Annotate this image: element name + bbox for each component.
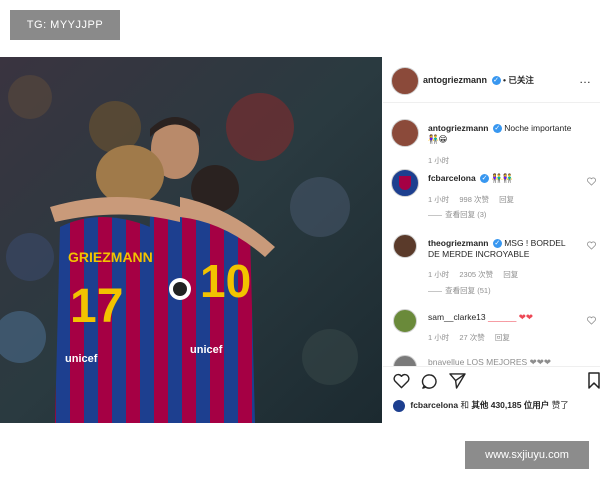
author-avatar[interactable]	[391, 67, 419, 95]
view-replies-label[interactable]: 查看回复 (51)	[445, 286, 490, 295]
more-dots-icon[interactable]: …	[579, 72, 592, 86]
comment-username[interactable]: fcbarcelona	[428, 173, 476, 183]
caption-meta: 1 小时	[428, 155, 457, 166]
likes-summary: fcbarcelona 和 其他 430,185 位用户 赞了	[393, 399, 569, 412]
comment-likes[interactable]: 2305 次赞	[459, 270, 493, 279]
caption-text: Noche importante	[504, 123, 572, 133]
comment-username[interactable]: sam__clarke13	[428, 312, 486, 322]
verified-badge-icon: ✓	[491, 76, 501, 86]
caption-username[interactable]: antogriezmann	[428, 123, 488, 133]
view-replies[interactable]: —— 查看回复 (3)	[428, 209, 486, 220]
reply-button[interactable]: 回复	[499, 195, 514, 204]
reply-button[interactable]: 回复	[503, 270, 518, 279]
comment-text: ______ ❤❤	[488, 312, 533, 322]
svg-text:17: 17	[70, 280, 123, 333]
comment-avatar-fcbarcelona[interactable]	[391, 169, 419, 197]
comment-time: 1 小时	[428, 270, 450, 279]
tag-label: TG: MYYJJPP	[10, 10, 120, 40]
author-username[interactable]: antogriezmann	[423, 75, 487, 85]
svg-text:unicef: unicef	[65, 353, 98, 365]
send-icon[interactable]	[449, 373, 466, 389]
caption-emoji: 👫😁	[428, 134, 448, 144]
comment-time: 1 小时	[428, 195, 450, 204]
view-replies-label[interactable]: 查看回复 (3)	[445, 210, 486, 219]
comment-like-heart-icon[interactable]	[587, 177, 596, 186]
comment: fcbarcelona ✓ 👫👫	[428, 173, 578, 184]
comment-like-heart-icon[interactable]	[587, 241, 596, 250]
verified-badge-icon: ✓	[492, 124, 502, 134]
post-header: antogriezmann ✓ • 已关注 …	[383, 57, 600, 103]
liker-username[interactable]: fcbarcelona	[410, 400, 458, 410]
post-actions-bar	[383, 366, 600, 391]
post-details-panel: antogriezmann ✓ • 已关注 … antogriezmann ✓ …	[383, 57, 600, 423]
site-watermark: www.sxjiuyu.com	[465, 441, 589, 469]
svg-text:GRIEZMANN: GRIEZMANN	[68, 249, 153, 265]
bookmark-icon[interactable]	[588, 372, 600, 389]
comment-likes[interactable]: 27 次赞	[459, 333, 484, 342]
comment-avatar-theogriezmann[interactable]	[393, 234, 417, 258]
comment-likes[interactable]: 998 次赞	[459, 195, 489, 204]
comment-like-heart-icon[interactable]	[587, 316, 596, 325]
comment-meta: 1 小时 27 次赞 回复	[428, 332, 518, 343]
comment-icon[interactable]	[421, 373, 438, 390]
comment-text: 👫👫	[491, 173, 513, 183]
svg-text:10: 10	[200, 255, 251, 307]
comment-time: 1 小时	[428, 333, 450, 342]
comment: theogriezmann ✓ MSG ! BORDEL DE MERDE IN…	[428, 238, 578, 260]
comment-meta: 1 小时 2305 次赞 回复	[428, 269, 526, 280]
svg-text:unicef: unicef	[190, 344, 223, 356]
caption-time: 1 小时	[428, 156, 450, 165]
reply-button[interactable]: 回复	[495, 333, 510, 342]
liker-avatar[interactable]	[393, 399, 405, 412]
comment-username[interactable]: theogriezmann	[428, 238, 488, 248]
verified-badge-icon: ✓	[492, 239, 502, 249]
view-replies[interactable]: —— 查看回复 (51)	[428, 285, 491, 296]
likes-others[interactable]: 其他 430,185 位用户	[471, 400, 549, 410]
likes-and: 和	[460, 400, 469, 410]
comment-avatar-sam[interactable]	[393, 309, 417, 333]
players-embrace-image: 17 10 GRIEZMANN unicef unicef	[0, 57, 382, 423]
caption: antogriezmann ✓ Noche importante 👫😁	[428, 123, 593, 145]
post-photo[interactable]: 17 10 GRIEZMANN unicef unicef	[0, 57, 382, 423]
caption-avatar[interactable]	[391, 119, 419, 147]
heart-icon[interactable]	[393, 373, 410, 389]
comment: sam__clarke13 ______ ❤❤	[428, 312, 578, 323]
likes-liked: 赞了	[551, 400, 569, 410]
verified-badge-icon: ✓	[480, 174, 490, 184]
follow-status[interactable]: • 已关注	[503, 75, 534, 85]
comment-meta: 1 小时 998 次赞 回复	[428, 194, 522, 205]
